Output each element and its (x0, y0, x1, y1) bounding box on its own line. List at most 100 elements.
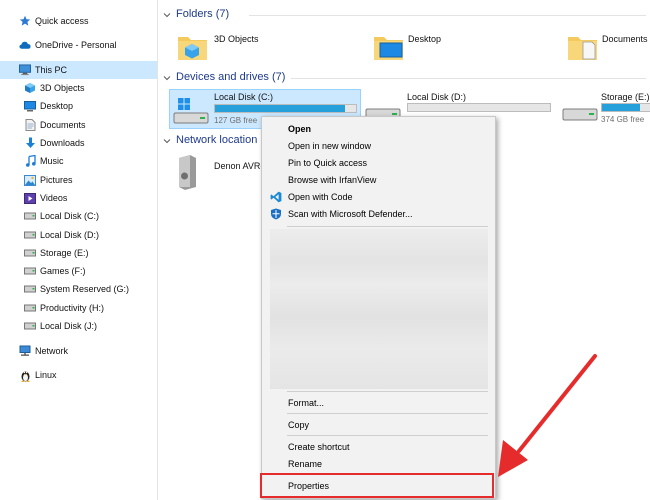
drive-name: Local Disk (D:) (407, 92, 467, 102)
drive-icon (24, 320, 36, 332)
sidebar-item-label: Pictures (40, 175, 73, 185)
folder-label: 3D Objects (214, 34, 259, 44)
menu-separator (287, 413, 488, 414)
menu-item-rename[interactable]: Rename (263, 455, 494, 472)
sidebar-item-documents[interactable]: Documents (0, 116, 157, 134)
menu-item-create-shortcut[interactable]: Create shortcut (263, 438, 494, 455)
sidebar-item-productivity-h[interactable]: Productivity (H:) (0, 299, 157, 317)
vscode-icon (270, 191, 282, 203)
sidebar-item-label: System Reserved (G:) (40, 284, 130, 294)
sidebar-item-label: Local Disk (D:) (40, 230, 100, 240)
menu-item-open-in-new-window[interactable]: Open in new window (263, 137, 494, 154)
drive-icon (562, 108, 598, 124)
folder-3d-icon (176, 30, 210, 66)
drive-icon (24, 302, 36, 314)
section-title-text: Network location (176, 134, 258, 146)
sidebar-item-onedrive[interactable]: OneDrive - Personal (0, 36, 157, 54)
sidebar-item-label: OneDrive - Personal (35, 40, 117, 50)
section-title-text: Devices and drives (7) (176, 71, 286, 83)
sidebar-item-system-reserved-g[interactable]: System Reserved (G:) (0, 280, 157, 298)
sidebar-item-label: Linux (35, 370, 57, 380)
menu-item-scan-with-defender[interactable]: Scan with Microsoft Defender... (263, 205, 494, 222)
drive-free-space: 127 GB free (214, 116, 258, 125)
music-icon (24, 155, 36, 167)
sidebar-item-label: Storage (E:) (40, 248, 89, 258)
cloud-icon (19, 39, 31, 51)
sidebar-item-quick-access[interactable]: Quick access (0, 12, 157, 30)
menu-item-open[interactable]: Open (263, 120, 494, 137)
defender-icon (270, 208, 282, 220)
sidebar-item-music[interactable]: Music (0, 152, 157, 170)
menu-item-pin-to-quick-access[interactable]: Pin to Quick access (263, 154, 494, 171)
drive-icon (24, 210, 36, 222)
download-icon (24, 137, 36, 149)
pictures-icon (24, 174, 36, 186)
properties-highlight-box (260, 473, 494, 498)
context-menu: Open Open in new window Pin to Quick acc… (261, 116, 496, 499)
folder-item-desktop[interactable]: Desktop (368, 28, 518, 66)
sidebar-item-label: Downloads (40, 138, 85, 148)
navigation-pane: Quick access OneDrive - Personal This PC… (0, 0, 158, 500)
sidebar-item-network[interactable]: Network (0, 342, 157, 360)
sidebar-item-label: Quick access (35, 16, 89, 26)
linux-icon (19, 369, 31, 382)
menu-separator (287, 226, 488, 227)
menu-separator (287, 391, 488, 392)
section-divider (249, 15, 646, 16)
menu-item-label: Copy (288, 419, 310, 430)
drive-free-space: 374 GB free (601, 115, 645, 124)
sidebar-item-label: Productivity (H:) (40, 303, 105, 313)
menu-item-label: Open in new window (288, 140, 372, 151)
drive-usage-bar (214, 104, 357, 113)
drive-usage-bar (407, 103, 551, 112)
sidebar-item-label: Local Disk (C:) (40, 211, 100, 221)
network-icon (19, 345, 31, 357)
menu-item-format[interactable]: Format... (263, 394, 494, 411)
sidebar-item-local-disk-c[interactable]: Local Disk (C:) (0, 207, 157, 225)
folder-item-3d-objects[interactable]: 3D Objects (172, 28, 322, 66)
sidebar-item-label: Games (F:) (40, 266, 86, 276)
sidebar-item-this-pc[interactable]: This PC (0, 61, 157, 79)
star-icon (19, 15, 31, 27)
sidebar-item-linux[interactable]: Linux (0, 366, 157, 384)
video-icon (24, 192, 36, 204)
folder-label: Desktop (408, 34, 442, 44)
sidebar-item-desktop[interactable]: Desktop (0, 97, 157, 115)
network-item-denon[interactable]: Denon AVR- (172, 152, 263, 192)
drive-name: Local Disk (C:) (214, 92, 274, 102)
sidebar-item-local-disk-j[interactable]: Local Disk (J:) (0, 317, 157, 335)
sidebar-item-downloads[interactable]: Downloads (0, 134, 157, 152)
sidebar-item-storage-e[interactable]: Storage (E:) (0, 244, 157, 262)
chevron-down-icon (163, 73, 171, 85)
drive-icon (24, 283, 36, 295)
sidebar-item-label: Network (35, 346, 69, 356)
windows-drive-icon (173, 95, 209, 127)
drive-usage-fill (215, 105, 345, 112)
computer-icon (19, 64, 31, 76)
menu-item-label: Open with Code (288, 191, 353, 202)
drive-name: Storage (E:) (601, 92, 650, 102)
folder-item-documents[interactable]: Documents (562, 28, 650, 66)
sidebar-item-videos[interactable]: Videos (0, 189, 157, 207)
menu-item-browse-with-irfanview[interactable]: Browse with IrfanView (263, 171, 494, 188)
cube-icon (24, 82, 36, 94)
menu-item-open-with-code[interactable]: Open with Code (263, 188, 494, 205)
folder-desktop-icon (372, 30, 406, 66)
drive-icon (24, 265, 36, 277)
chevron-down-icon (163, 10, 171, 22)
menu-item-label: Pin to Quick access (288, 157, 368, 168)
menu-item-label: Create shortcut (288, 441, 350, 452)
section-title-text: Folders (7) (176, 8, 230, 20)
sidebar-item-label: Desktop (40, 101, 74, 111)
sidebar-item-label: Videos (40, 193, 68, 203)
sidebar-item-3d-objects[interactable]: 3D Objects (0, 79, 157, 97)
menu-separator (287, 435, 488, 436)
drive-item-storage-e[interactable]: Storage (E:) 374 GB free (560, 89, 650, 129)
sidebar-item-pictures[interactable]: Pictures (0, 171, 157, 189)
menu-item-copy[interactable]: Copy (263, 416, 494, 433)
folder-documents-icon (566, 30, 600, 66)
drive-usage-bar (601, 103, 650, 112)
document-icon (24, 119, 36, 131)
sidebar-item-games-f[interactable]: Games (F:) (0, 262, 157, 280)
sidebar-item-local-disk-d[interactable]: Local Disk (D:) (0, 226, 157, 244)
